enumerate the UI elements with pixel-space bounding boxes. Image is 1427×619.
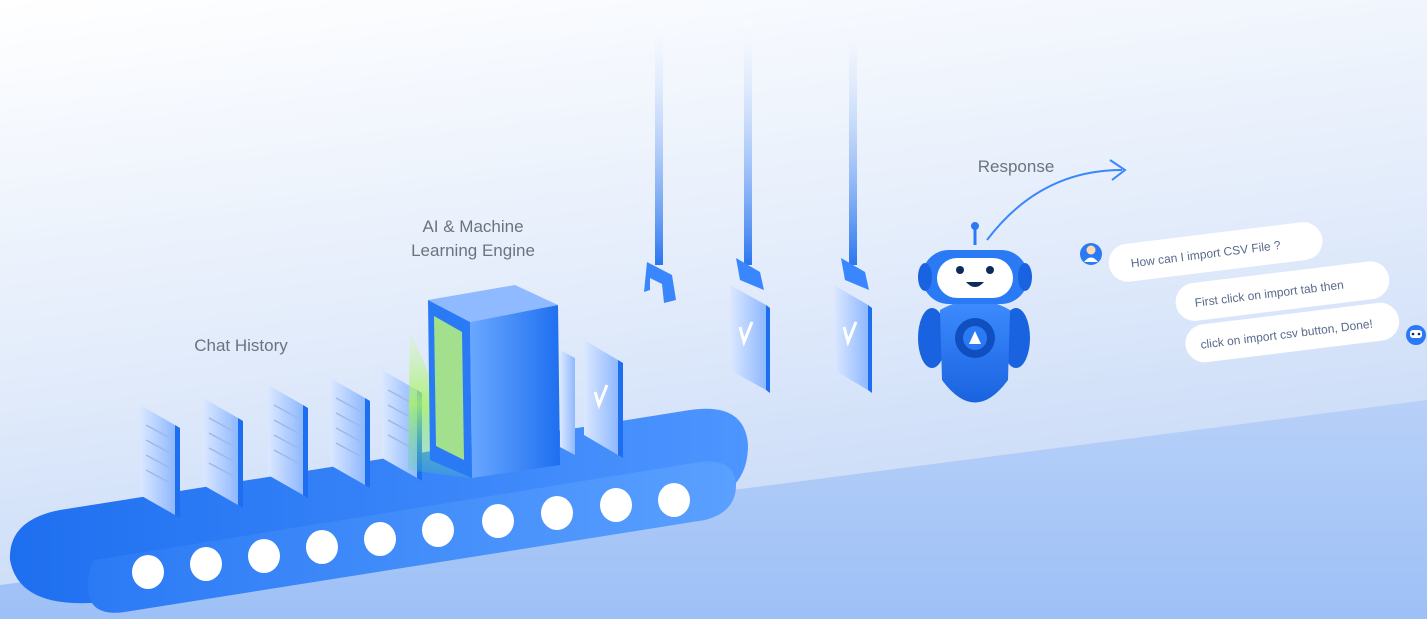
user-avatar-icon: [1080, 243, 1102, 265]
engine-label-line1: AI & Machine: [422, 217, 524, 236]
chat-history-label: Chat History: [194, 336, 288, 355]
bot-avatar-icon: [1406, 325, 1426, 345]
ai-chatbot-pipeline-illustration: How can I import CSV File ? First click …: [0, 0, 1427, 619]
response-label: Response: [977, 157, 1055, 176]
engine-label-line2: Learning Engine: [411, 241, 535, 260]
ai-engine-machine: [408, 285, 560, 478]
